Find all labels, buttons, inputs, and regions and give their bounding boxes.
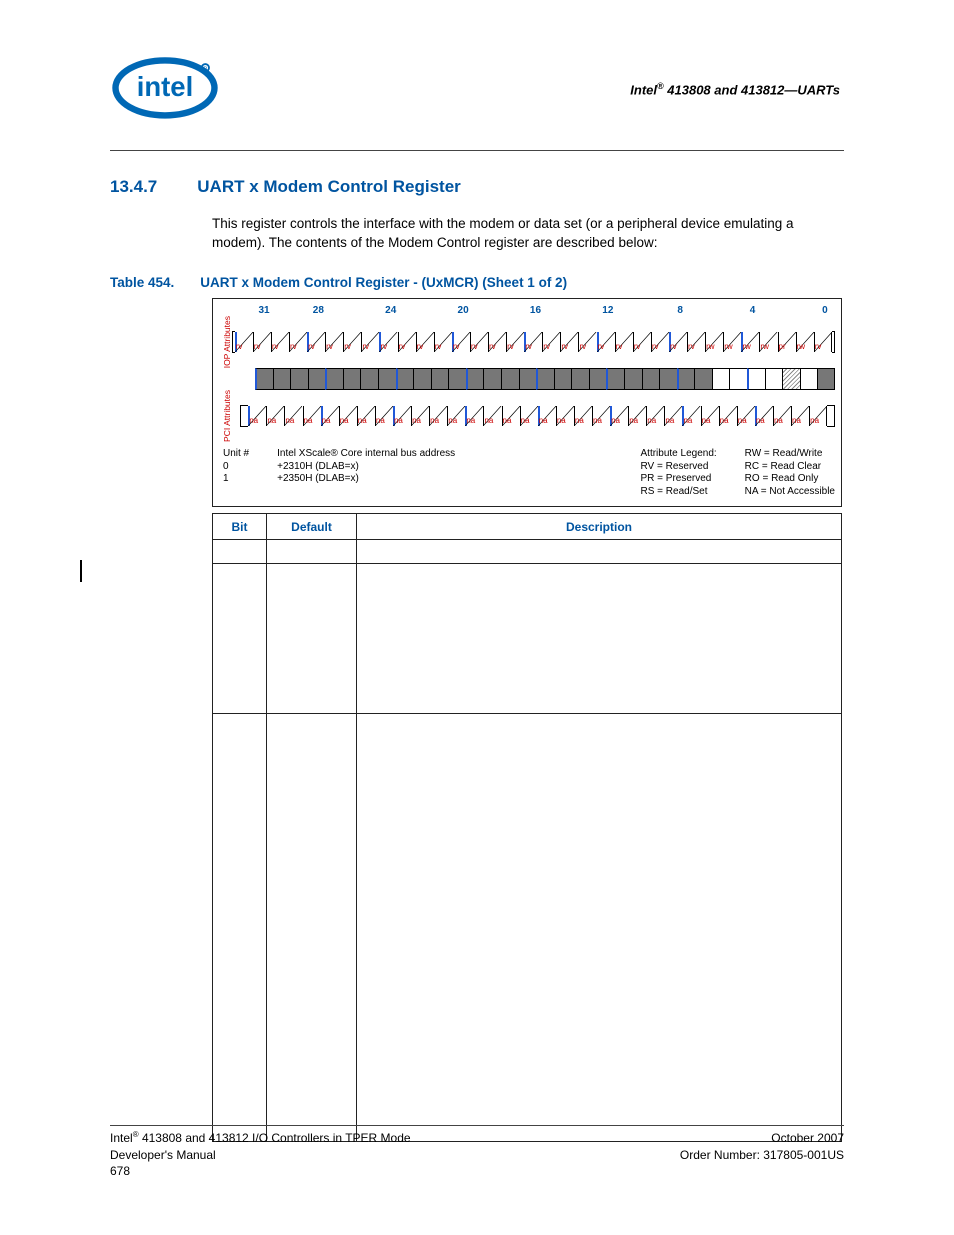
bit-description-table: Bit Default Description [212,513,842,1142]
footer-manual: Developer's Manual [110,1148,216,1162]
table-cell [267,564,357,714]
table-cell [213,564,267,714]
section-heading: 13.4.7 UART x Modem Control Register [110,177,844,197]
page-footer: Intel® Intel® 413808 and 413812 I/O Cont… [110,1125,844,1179]
intel-logo: intel R [110,54,220,124]
table-cell [357,714,842,1142]
page-header: intel R Intel® 413808 and 413812—UARTs [110,54,844,124]
footer-date: October 2007 [771,1131,844,1145]
table-caption-label: Table 454. [110,275,174,290]
section-body: This register controls the interface wit… [212,215,844,253]
iop-label: IOP Attributes [223,316,232,368]
svg-text:R: R [203,66,207,72]
legend-row: Unit # 0 1 Intel XScale® Core internal b… [223,448,835,498]
unit-block: Unit # 0 1 [223,448,249,498]
th-default: Default [267,514,357,540]
svg-text:intel: intel [137,71,194,102]
pci-label: PCI Attributes [223,390,240,442]
register-diagram: 312824201612840 IOP Attributes rvrvrvrvr… [212,298,842,507]
legend-right: RW = Read/Write RC = Read Clear RO = Rea… [745,448,835,498]
section-number: 13.4.7 [110,177,157,197]
footer-order-num: Order Number: 317805-001US [680,1148,844,1162]
section-title: UART x Modem Control Register [197,177,461,197]
table-cell [213,540,267,564]
th-desc: Description [357,514,842,540]
table-caption: Table 454. UART x Modem Control Register… [110,275,844,290]
table-cell [213,714,267,1142]
table-cell [357,564,842,714]
table-cell [267,714,357,1142]
bit-field-boxes [255,368,835,390]
header-title: Intel® 413808 and 413812—UARTs [630,81,840,97]
iop-attributes-row: IOP Attributes rvrvrvrvrvrvrvrvrvrvrvrvr… [223,316,835,368]
address-block: Intel XScale® Core internal bus address … [277,448,455,498]
pci-attributes-row: PCI Attributes nanananananananananananan… [223,390,835,442]
text-cursor [80,560,82,582]
table-cell [357,540,842,564]
bit-numbers-row: 312824201612840 [255,305,835,316]
footer-page-num: 678 [110,1164,130,1178]
legend-left: Attribute Legend: RV = Reserved PR = Pre… [641,448,717,498]
table-caption-title: UART x Modem Control Register - (UxMCR) … [200,275,567,290]
header-rule [110,150,844,151]
table-cell [267,540,357,564]
th-bit: Bit [213,514,267,540]
